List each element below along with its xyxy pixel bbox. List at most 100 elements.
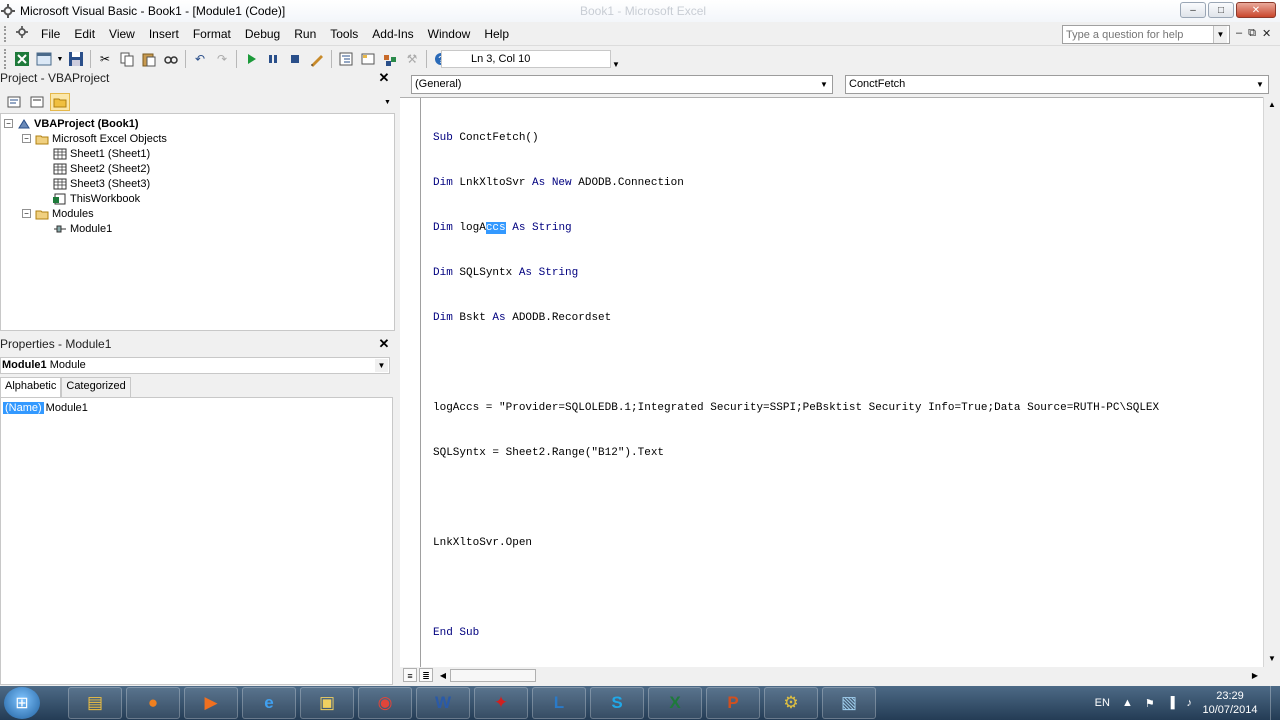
full-module-view-icon[interactable]: ≣ — [419, 668, 433, 682]
maximize-button[interactable]: □ — [1208, 2, 1234, 18]
code-text[interactable]: Sub ConctFetch() Dim LnkXltoSvr As New A… — [433, 101, 1159, 671]
taskbar-explorer[interactable]: ▤ — [68, 687, 122, 719]
property-value[interactable]: Module1 — [46, 402, 88, 414]
code-line[interactable]: logAccs = "Provider=SQLOLEDB.1;Integrate… — [433, 401, 1159, 416]
tab-categorized[interactable]: Categorized — [61, 377, 131, 397]
break-icon[interactable] — [263, 49, 283, 69]
procedure-view-icon[interactable]: ≡ — [403, 668, 417, 682]
code-line[interactable] — [433, 356, 1159, 371]
toolbar-overflow-icon[interactable]: ▼ — [612, 60, 620, 69]
code-line[interactable]: Dim SQLSyntx As String — [433, 266, 1159, 281]
clock[interactable]: 23:29 10/07/2014 — [1200, 689, 1260, 717]
start-button[interactable]: ⊞ — [4, 687, 40, 719]
project-toolbar-overflow-icon[interactable]: ▼ — [384, 99, 391, 106]
taskbar-skype[interactable]: S — [590, 687, 644, 719]
toolbox-icon[interactable]: ⚒ — [402, 49, 422, 69]
procedure-combo-dropdown-icon[interactable]: ▼ — [1253, 77, 1267, 92]
property-row[interactable]: (Name) Module1 — [3, 400, 88, 415]
object-browser-icon[interactable] — [380, 49, 400, 69]
menu-add-ins[interactable]: Add-Ins — [365, 27, 420, 41]
taskbar-notepad[interactable]: ▧ — [822, 687, 876, 719]
collapse-icon[interactable]: − — [22, 134, 31, 143]
view-excel-icon[interactable] — [12, 49, 32, 69]
taskbar-powerpoint[interactable]: P — [706, 687, 760, 719]
properties-close-icon[interactable]: ✕ — [377, 336, 391, 351]
procedure-combo[interactable]: ConctFetch ▼ — [845, 75, 1269, 94]
tree-node-thisworkbook[interactable]: ThisWorkbook — [53, 191, 140, 206]
menu-insert[interactable]: Insert — [142, 27, 186, 41]
code-line[interactable]: End Sub — [433, 626, 1159, 641]
menu-file[interactable]: File — [34, 27, 67, 41]
tree-node-modules[interactable]: − Modules — [22, 206, 94, 221]
tree-node-module1[interactable]: Module1 — [53, 221, 112, 236]
undo-icon[interactable]: ↶ — [190, 49, 210, 69]
taskbar-word[interactable]: W — [416, 687, 470, 719]
vba-app-icon[interactable] — [0, 3, 16, 19]
menu-window[interactable]: Window — [421, 27, 478, 41]
menu-help[interactable]: Help — [477, 27, 516, 41]
taskbar-network[interactable]: ⚙ — [764, 687, 818, 719]
menu-debug[interactable]: Debug — [238, 27, 287, 41]
taskbar-lync[interactable]: L — [532, 687, 586, 719]
minimize-button[interactable]: – — [1180, 2, 1206, 18]
menu-run[interactable]: Run — [287, 27, 323, 41]
toggle-folders-icon[interactable] — [50, 93, 70, 111]
taskbar-chrome[interactable]: ◉ — [358, 687, 412, 719]
menu-edit[interactable]: Edit — [67, 27, 102, 41]
reset-icon[interactable] — [285, 49, 305, 69]
tab-alphabetic[interactable]: Alphabetic — [0, 377, 62, 397]
volume-icon[interactable]: ♪ — [1187, 697, 1193, 709]
taskbar-internet-explorer[interactable]: e — [242, 687, 296, 719]
object-combo[interactable]: (General) ▼ — [411, 75, 833, 94]
view-code-icon[interactable] — [4, 93, 24, 111]
show-hidden-icons-icon[interactable]: ▲ — [1122, 697, 1133, 709]
tree-node-vbaproject[interactable]: − VBAProject (Book1) — [4, 116, 139, 131]
find-icon[interactable] — [161, 49, 181, 69]
taskbar-firefox[interactable]: ● — [126, 687, 180, 719]
insert-dropdown-icon[interactable]: ▼ — [56, 49, 64, 69]
code-line[interactable]: Dim logAccs As String — [433, 221, 1159, 236]
language-indicator[interactable]: EN — [1095, 697, 1110, 709]
code-line[interactable]: Dim Bskt As ADODB.Recordset — [433, 311, 1159, 326]
copy-icon[interactable] — [117, 49, 137, 69]
project-explorer-icon[interactable] — [336, 49, 356, 69]
scroll-down-icon[interactable]: ▼ — [1264, 651, 1280, 667]
help-search-input[interactable] — [1063, 26, 1213, 43]
network-status-icon[interactable]: ▐ — [1167, 697, 1175, 709]
redo-icon[interactable]: ↷ — [212, 49, 232, 69]
tree-node-excel-objects[interactable]: − Microsoft Excel Objects — [22, 131, 167, 146]
scroll-up-icon[interactable]: ▲ — [1264, 97, 1280, 113]
project-explorer-close-icon[interactable]: ✕ — [377, 70, 391, 85]
scroll-right-icon[interactable]: ▶ — [1248, 669, 1262, 683]
mdi-restore-icon[interactable]: ⧉ — [1248, 27, 1256, 40]
object-selector-dropdown-icon[interactable]: ▼ — [375, 359, 388, 372]
scroll-left-icon[interactable]: ◀ — [436, 669, 450, 683]
taskbar-media-player[interactable]: ▶ — [184, 687, 238, 719]
mdi-close-icon[interactable]: ✕ — [1262, 27, 1271, 40]
paste-icon[interactable] — [139, 49, 159, 69]
code-margin[interactable] — [400, 98, 421, 668]
property-key[interactable]: (Name) — [3, 401, 44, 414]
code-line[interactable]: Sub ConctFetch() — [433, 131, 1159, 146]
code-line[interactable] — [433, 491, 1159, 506]
collapse-icon[interactable]: − — [22, 209, 31, 218]
flag-icon[interactable]: ⚑ — [1145, 697, 1155, 710]
code-line[interactable]: Dim LnkXltoSvr As New ADODB.Connection — [433, 176, 1159, 191]
properties-icon[interactable] — [358, 49, 378, 69]
horizontal-scroll-thumb[interactable] — [450, 669, 536, 682]
show-desktop-button[interactable] — [1270, 686, 1280, 720]
tree-node-sheet2[interactable]: Sheet2 (Sheet2) — [53, 161, 150, 176]
tree-node-sheet3[interactable]: Sheet3 (Sheet3) — [53, 176, 150, 191]
menu-view[interactable]: View — [102, 27, 142, 41]
vertical-scrollbar[interactable]: ▲ ▼ — [1263, 97, 1280, 667]
horizontal-scrollbar[interactable]: ≡ ≣ ◀ ▶ — [400, 667, 1280, 685]
code-line[interactable]: SQLSyntx = Sheet2.Range("B12").Text — [433, 446, 1159, 461]
tree-node-sheet1[interactable]: Sheet1 (Sheet1) — [53, 146, 150, 161]
code-line[interactable]: LnkXltoSvr.Open — [433, 536, 1159, 551]
design-mode-icon[interactable] — [307, 49, 327, 69]
insert-userform-icon[interactable] — [34, 49, 54, 69]
code-editor[interactable]: Sub ConctFetch() Dim LnkXltoSvr As New A… — [400, 97, 1280, 668]
code-line[interactable] — [433, 581, 1159, 596]
run-icon[interactable] — [241, 49, 261, 69]
taskbar-folder[interactable]: ▣ — [300, 687, 354, 719]
